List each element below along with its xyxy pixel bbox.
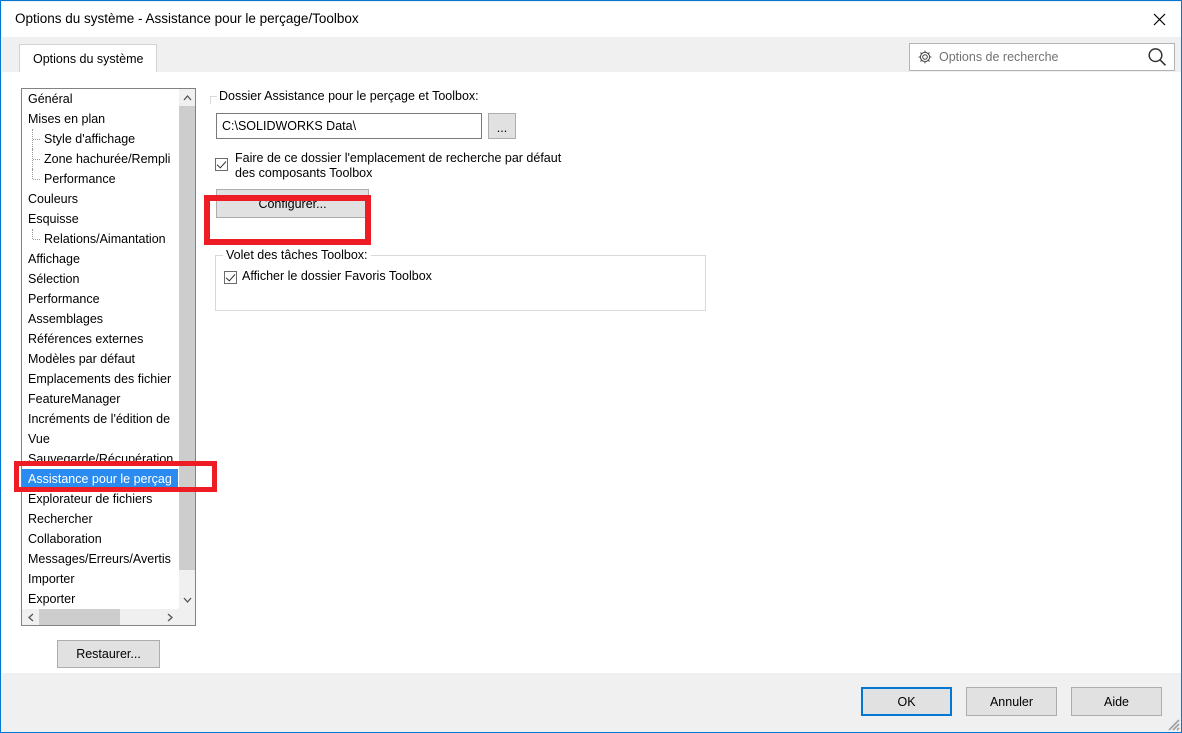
sidebar-item-label: Explorateur de fichiers xyxy=(28,492,153,506)
chevron-up-icon xyxy=(183,94,192,100)
sidebar-item[interactable]: Messages/Erreurs/Avertis xyxy=(22,549,178,569)
dialog-footer: OK Annuler Aide xyxy=(2,673,1181,732)
sidebar-item-label: Collaboration xyxy=(28,532,102,546)
browse-button[interactable]: ... xyxy=(488,113,516,139)
sidebar-item[interactable]: Vue xyxy=(22,429,178,449)
default-search-location-checkbox-row[interactable]: Faire de ce dossier l'emplacement de rec… xyxy=(215,151,595,181)
options-content-pane: Dossier Assistance pour le perçage et To… xyxy=(207,72,1167,673)
chevron-right-icon xyxy=(167,613,173,621)
sidebar-item[interactable]: Modèles par défaut xyxy=(22,349,178,369)
sidebar-item-label: Zone hachurée/Rempli xyxy=(44,152,171,166)
default-search-location-line2: des composants Toolbox xyxy=(235,166,373,180)
sidebar-item[interactable]: Sélection xyxy=(22,269,178,289)
sidebar-item-label: Incréments de l'édition de xyxy=(28,412,171,426)
resize-grip-icon[interactable] xyxy=(1166,717,1180,731)
sidebar-item-label: Esquisse xyxy=(28,212,79,226)
sidebar-item[interactable]: Explorateur de fichiers xyxy=(22,489,178,509)
sidebar-item[interactable]: Relations/Aimantation xyxy=(22,229,178,249)
sidebar-item[interactable]: Emplacements des fichier xyxy=(22,369,178,389)
show-favorites-label: Afficher le dossier Favoris Toolbox xyxy=(242,269,432,283)
scroll-down-button[interactable] xyxy=(179,591,195,608)
configure-button[interactable]: Configurer... xyxy=(216,189,369,218)
sidebar-item[interactable]: Références externes xyxy=(22,329,178,349)
default-search-location-line1: Faire de ce dossier l'emplacement de rec… xyxy=(235,151,562,165)
sidebar-item[interactable]: Collaboration xyxy=(22,529,178,549)
sidebar-item[interactable]: Performance xyxy=(22,289,178,309)
sidebar-item-label: Style d'affichage xyxy=(44,132,136,146)
sidebar-item-label: Assemblages xyxy=(28,312,104,326)
close-button[interactable] xyxy=(1136,2,1181,37)
sidebar-item-label: Vue xyxy=(28,432,50,446)
help-button[interactable]: Aide xyxy=(1071,687,1162,716)
folder-group-label: Dossier Assistance pour le perçage et To… xyxy=(219,89,479,103)
chevron-down-icon xyxy=(183,597,192,603)
sidebar-item-label: Relations/Aimantation xyxy=(44,232,166,246)
default-search-location-label: Faire de ce dossier l'emplacement de rec… xyxy=(235,151,561,181)
sidebar-item-label: Rechercher xyxy=(28,512,93,526)
horizontal-scroll-thumb[interactable] xyxy=(39,609,120,625)
scrollbar-corner xyxy=(178,608,195,625)
search-options-box[interactable]: Options de recherche xyxy=(909,43,1175,71)
sidebar-item-label: Emplacements des fichier xyxy=(28,372,172,386)
sidebar-item[interactable]: Style d'affichage xyxy=(22,129,178,149)
sidebar-item-label: Couleurs xyxy=(28,192,79,206)
sidebar-item[interactable]: Zone hachurée/Rempli xyxy=(22,149,178,169)
sidebar-item-label: Mises en plan xyxy=(28,112,106,126)
default-search-location-checkbox[interactable] xyxy=(215,158,228,171)
show-favorites-checkbox-row[interactable]: Afficher le dossier Favoris Toolbox xyxy=(224,269,432,284)
sidebar-item[interactable]: Performance xyxy=(22,169,178,189)
sidebar-item[interactable]: Rechercher xyxy=(22,509,178,529)
title-bar: Options du système - Assistance pour le … xyxy=(2,2,1181,37)
gear-icon xyxy=(918,50,932,64)
chevron-left-icon xyxy=(27,613,33,621)
sidebar-item[interactable]: Couleurs xyxy=(22,189,178,209)
scroll-up-button[interactable] xyxy=(179,89,195,106)
sidebar-item[interactable]: Général xyxy=(22,89,178,109)
sidebar-item-label: Sauvegarde/Récupération xyxy=(28,452,174,466)
sidebar-item[interactable]: FeatureManager xyxy=(22,389,178,409)
folder-group-corner xyxy=(210,96,217,104)
sidebar-item-label: Références externes xyxy=(28,332,144,346)
sidebar-item[interactable]: Assemblages xyxy=(22,309,178,329)
sidebar-item-label: Exporter xyxy=(28,592,76,606)
sidebar-item-label: FeatureManager xyxy=(28,392,121,406)
options-dialog: Options du système - Assistance pour le … xyxy=(0,0,1182,733)
window-title: Options du système - Assistance pour le … xyxy=(15,11,359,26)
task-pane-group-label: Volet des tâches Toolbox: xyxy=(223,248,371,262)
category-list-vertical-scrollbar[interactable] xyxy=(178,89,195,608)
scroll-right-button[interactable] xyxy=(161,609,178,625)
vertical-scroll-thumb[interactable] xyxy=(179,106,195,570)
sidebar-item-label: Assistance pour le perçag xyxy=(28,472,172,486)
sidebar-item[interactable]: Importer xyxy=(22,569,178,589)
sidebar-item-label: Performance xyxy=(28,292,100,306)
options-category-list[interactable]: Général Mises en plan Style d'affichage Zon… xyxy=(21,88,196,626)
options-category-list-items: Général Mises en plan Style d'affichage Zon… xyxy=(22,89,178,608)
sidebar-item[interactable]: Incréments de l'édition de xyxy=(22,409,178,429)
sidebar-item-label: Modèles par défaut xyxy=(28,352,136,366)
sidebar-item-label: Général xyxy=(28,92,73,106)
sidebar-item[interactable]: Affichage xyxy=(22,249,178,269)
tab-system-options[interactable]: Options du système xyxy=(19,44,158,73)
category-list-horizontal-scrollbar[interactable] xyxy=(22,608,178,625)
ok-button[interactable]: OK xyxy=(861,687,952,716)
sidebar-item-label: Importer xyxy=(28,572,75,586)
close-icon xyxy=(1153,13,1165,26)
cancel-button[interactable]: Annuler xyxy=(966,687,1057,716)
dialog-body: Général Mises en plan Style d'affichage Zon… xyxy=(2,72,1181,673)
sidebar-item-label: Performance xyxy=(44,172,116,186)
sidebar-item-label: Sélection xyxy=(28,272,80,286)
restore-defaults-button[interactable]: Restaurer... xyxy=(57,640,160,668)
sidebar-item[interactable]: Exporter xyxy=(22,589,178,608)
sidebar-item[interactable]: Esquisse xyxy=(22,209,178,229)
sidebar-item[interactable]: Mises en plan xyxy=(22,109,178,129)
sidebar-item[interactable]: Assistance pour le perçag xyxy=(22,469,178,489)
sidebar-item-label: Messages/Erreurs/Avertis xyxy=(28,552,171,566)
sidebar-item-label: Affichage xyxy=(28,252,80,266)
scroll-left-button[interactable] xyxy=(22,609,39,625)
toolbox-path-input[interactable]: C:\SOLIDWORKS Data\ xyxy=(216,113,482,139)
sidebar-item[interactable]: Sauvegarde/Récupération xyxy=(22,449,178,469)
show-favorites-checkbox[interactable] xyxy=(224,271,237,284)
search-icon[interactable] xyxy=(1146,46,1168,68)
search-input[interactable]: Options de recherche xyxy=(939,50,1146,64)
